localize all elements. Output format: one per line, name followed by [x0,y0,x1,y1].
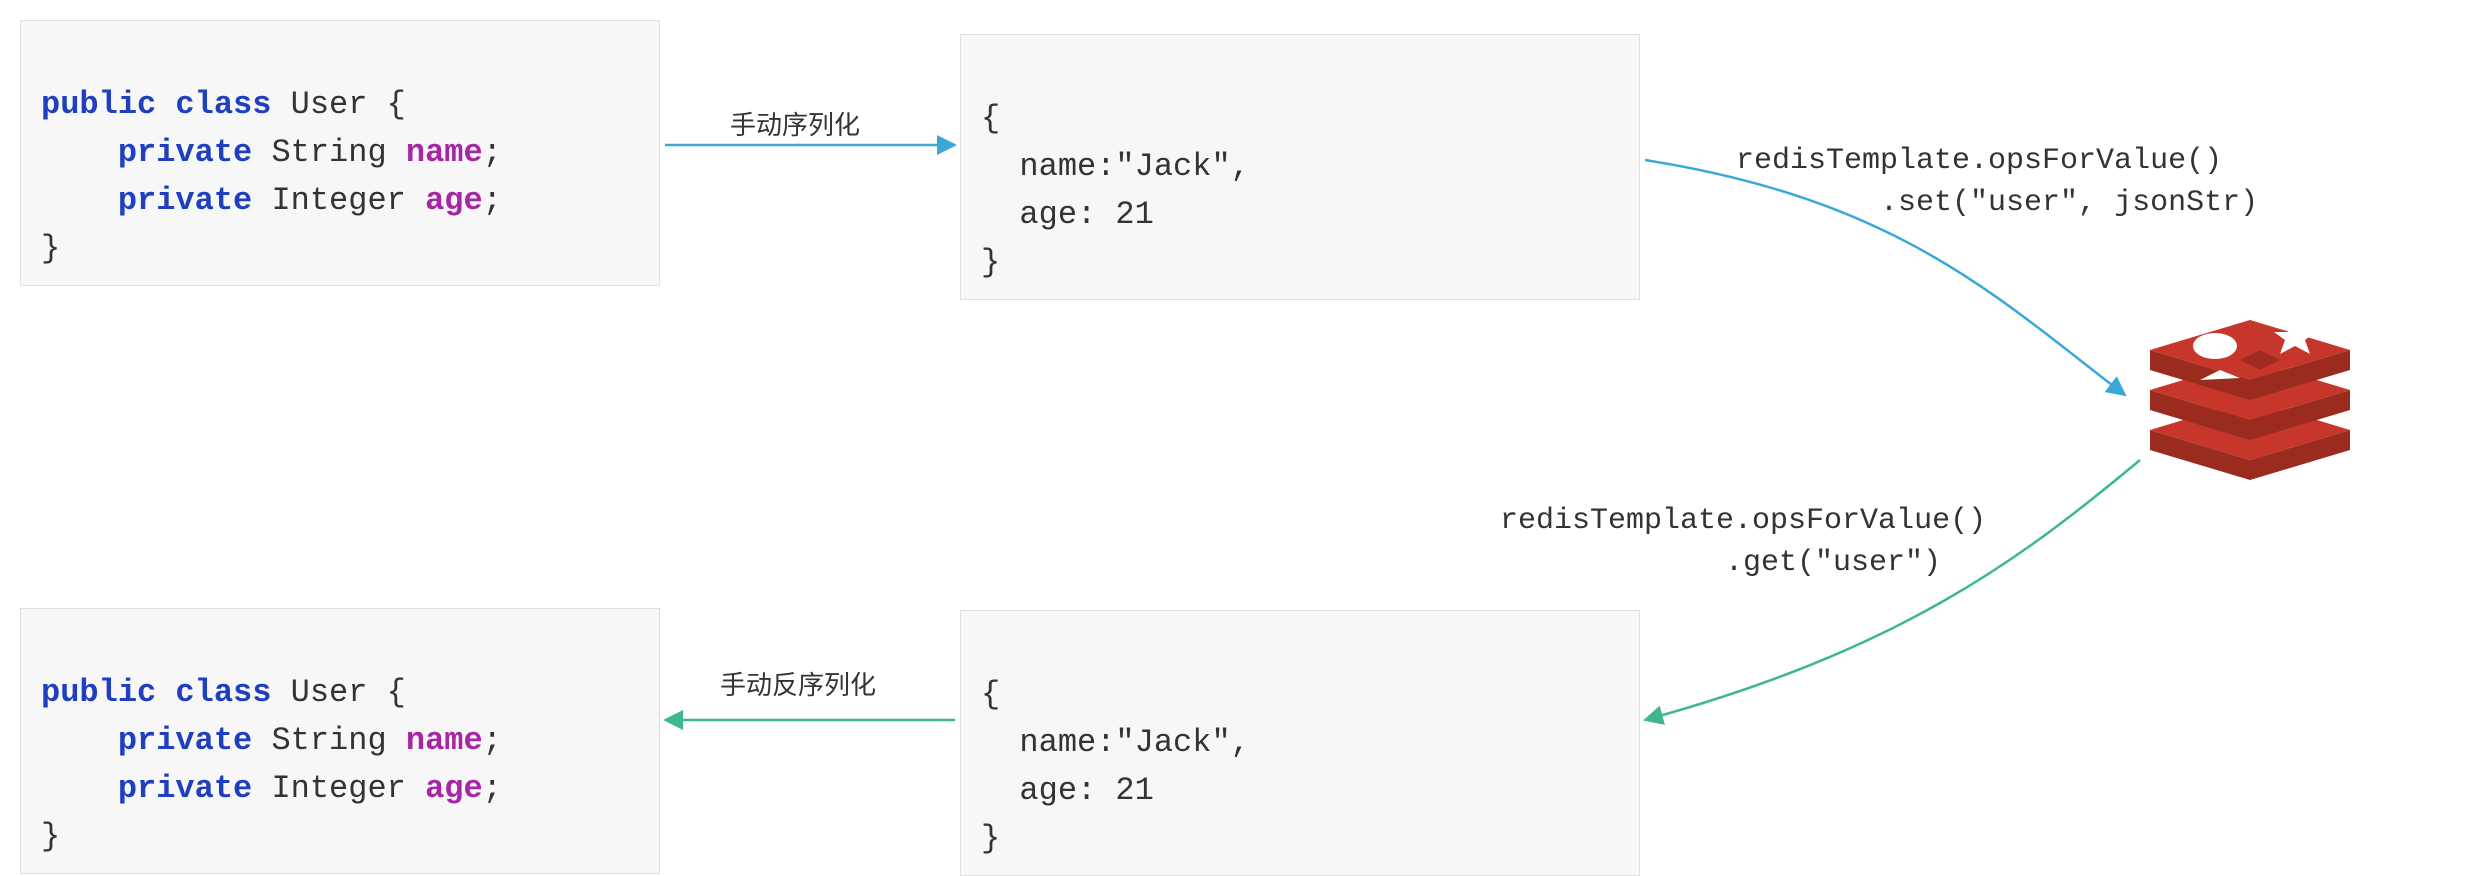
keyword-private: private [118,770,252,807]
json-open: { [981,100,1000,137]
arrow-get [1645,460,2140,720]
redis-icon [2130,260,2370,500]
json-name-line: name:"Jack", [981,724,1250,761]
json-open: { [981,676,1000,713]
field-name: name [406,134,483,171]
type-string: String [271,722,386,759]
json-age-line: age: 21 [981,196,1154,233]
json-age-line: age: 21 [981,772,1154,809]
field-age: age [425,770,483,807]
json-close: } [981,820,1000,857]
json-name-line: name:"Jack", [981,148,1250,185]
keyword-private: private [118,134,252,171]
field-name: name [406,722,483,759]
class-name: User { [291,86,406,123]
close-brace: } [41,818,60,855]
keyword-class: class [175,86,271,123]
json-box-top: { name:"Jack", age: 21 } [960,34,1640,300]
type-integer: Integer [271,770,405,807]
class-name: User { [291,674,406,711]
user-class-box-bottom: public class User { private String name;… [20,608,660,874]
json-close: } [981,244,1000,281]
set-call-label: redisTemplate.opsForValue() .set("user",… [1700,140,2258,224]
json-box-bottom: { name:"Jack", age: 21 } [960,610,1640,876]
keyword-public: public [41,86,156,123]
serialize-label: 手动序列化 [730,105,860,142]
keyword-public: public [41,674,156,711]
keyword-private: private [118,722,252,759]
close-brace: } [41,230,60,267]
deserialize-label: 手动反序列化 [720,665,876,702]
type-integer: Integer [271,182,405,219]
keyword-class: class [175,674,271,711]
keyword-private: private [118,182,252,219]
get-call-label: redisTemplate.opsForValue() .get("user") [1500,500,1986,584]
field-age: age [425,182,483,219]
type-string: String [271,134,386,171]
user-class-box-top: public class User { private String name;… [20,20,660,286]
